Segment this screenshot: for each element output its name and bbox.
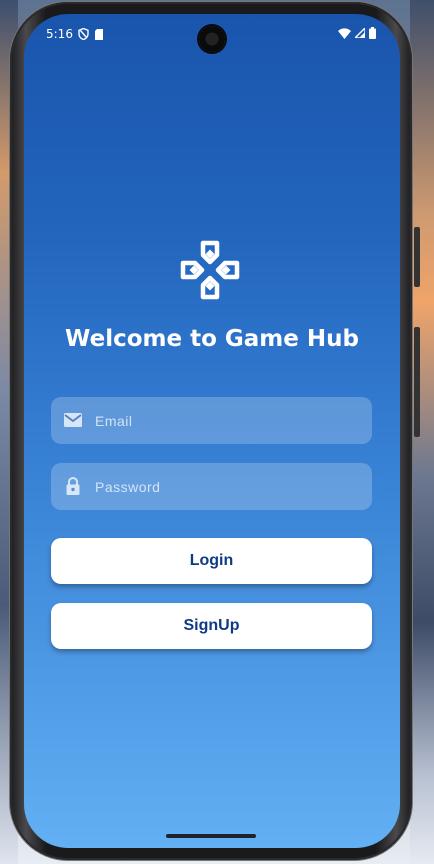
- password-field[interactable]: [51, 463, 372, 510]
- home-indicator[interactable]: [166, 834, 256, 838]
- email-field[interactable]: [51, 397, 372, 444]
- lock-icon: [66, 476, 80, 495]
- mail-icon: [64, 413, 82, 427]
- password-input[interactable]: [95, 463, 365, 510]
- login-button[interactable]: Login: [51, 538, 372, 584]
- signal-icon: [355, 28, 365, 38]
- shield-icon: [78, 28, 89, 40]
- email-input[interactable]: [95, 397, 365, 444]
- battery-icon: [369, 27, 376, 39]
- front-camera: [199, 26, 225, 52]
- gamepad-icon: [180, 240, 240, 300]
- sd-card-icon: [94, 28, 103, 40]
- power-button: [414, 327, 420, 437]
- app-screen: 5:16 Welcome to Game Hub Email Login Sig…: [24, 14, 400, 848]
- wifi-icon: [338, 27, 351, 39]
- volume-button: [414, 227, 420, 287]
- welcome-title: Welcome to Game Hub: [65, 326, 359, 352]
- signup-button[interactable]: SignUp: [51, 603, 372, 649]
- status-time: 5:16: [46, 27, 73, 41]
